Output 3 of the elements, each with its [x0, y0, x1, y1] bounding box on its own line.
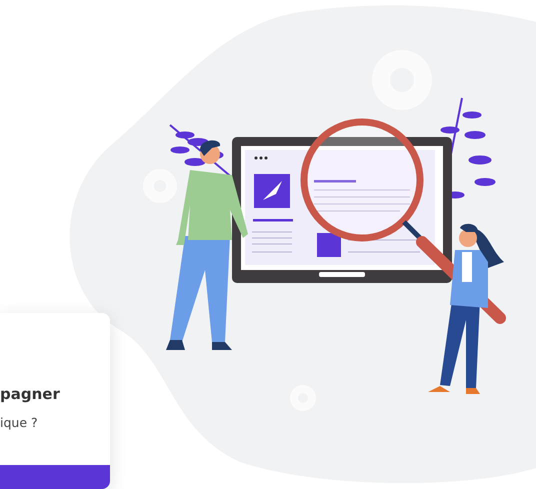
card-subtitle: ique ? — [0, 414, 39, 432]
card-title: pagner — [0, 384, 61, 405]
action-button[interactable] — [0, 465, 110, 489]
